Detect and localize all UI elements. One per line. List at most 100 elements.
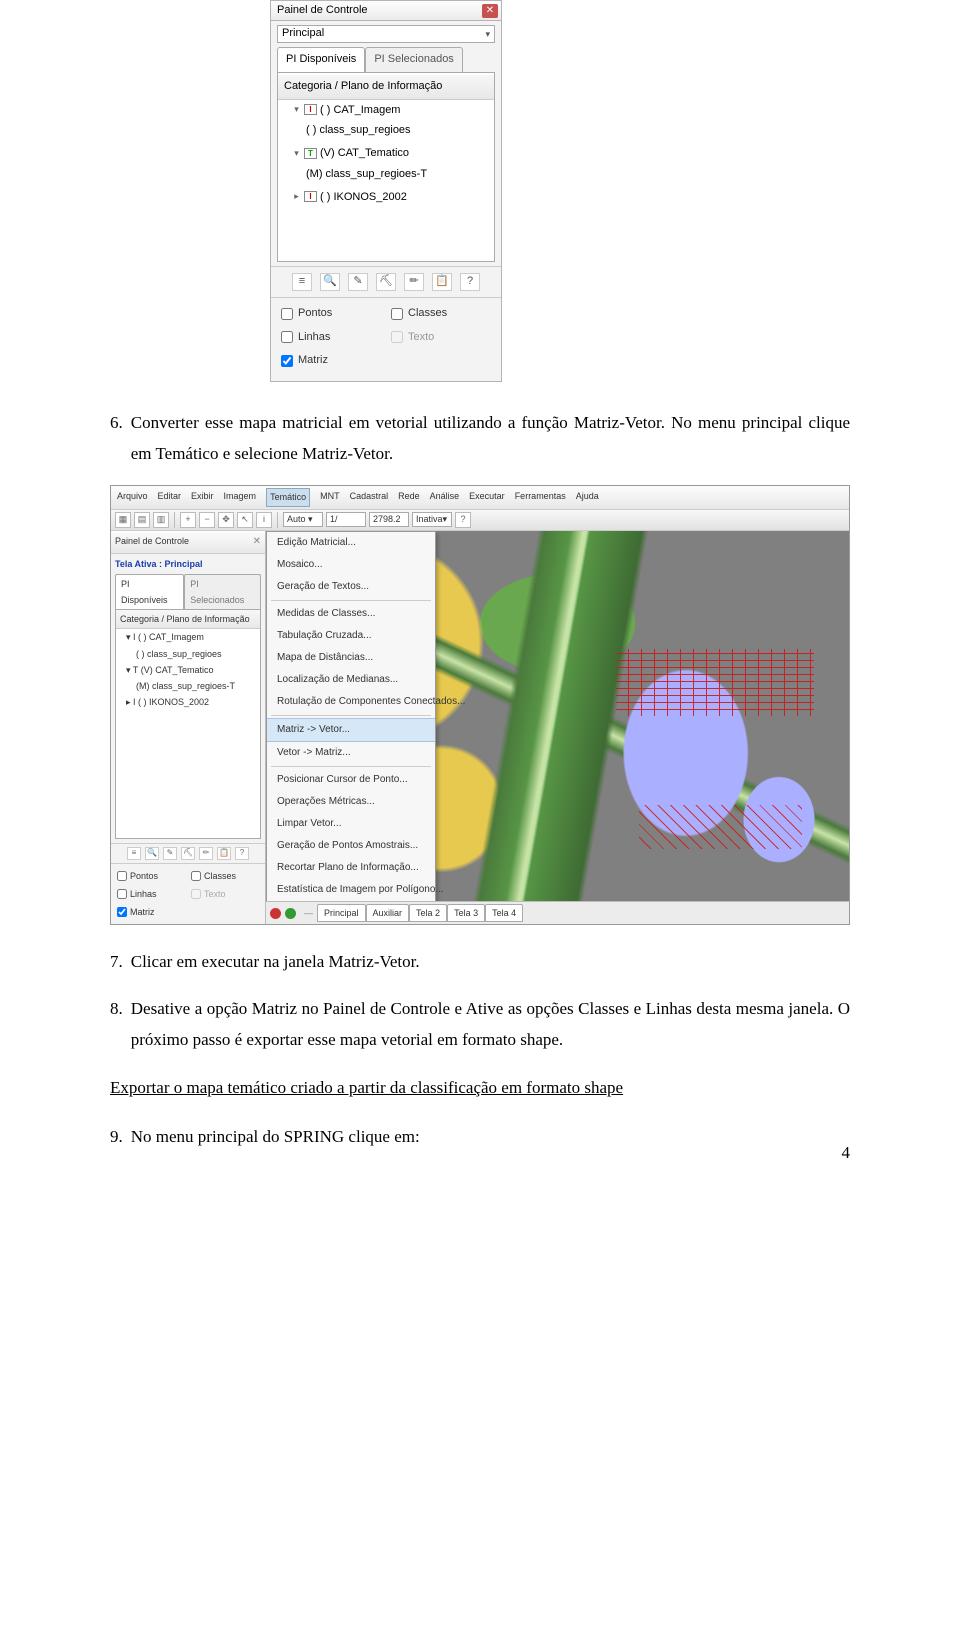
tab-pi-selecionados[interactable]: PI Selecionados <box>184 574 261 609</box>
menu-item[interactable]: Mosaico... <box>267 554 435 576</box>
display-options: Pontos Classes Linhas Texto Matriz <box>271 297 501 381</box>
inativa-combo[interactable]: Inativa ▾ <box>412 512 452 527</box>
tab-pi-disponiveis[interactable]: PI Disponíveis <box>115 574 184 609</box>
menu-item[interactable]: Rotulação de Componentes Conectados... <box>267 691 435 713</box>
tool-icon[interactable]: ▦ <box>115 512 131 528</box>
check-linhas[interactable]: Linhas <box>281 328 381 348</box>
check-pontos[interactable]: Pontos <box>281 304 381 324</box>
cursor-icon[interactable]: ↖ <box>237 512 253 528</box>
status-dot-icon <box>285 908 296 919</box>
tool-icon[interactable]: ⛏ <box>181 847 195 860</box>
tree-item[interactable]: (M) class_sup_regioes-T <box>126 678 260 694</box>
menu-arquivo[interactable]: Arquivo <box>117 488 148 506</box>
category-tree[interactable]: ▾I( ) CAT_Imagem ( ) class_sup_regioes ▾… <box>278 100 494 209</box>
map-canvas[interactable]: Edição Matricial...Mosaico...Geração de … <box>266 531 849 902</box>
menu-analise[interactable]: Análise <box>430 488 460 506</box>
menu-executar[interactable]: Executar <box>469 488 505 506</box>
scale-value[interactable]: 2798.2 <box>369 512 409 527</box>
menu-item[interactable]: Limpar Vetor... <box>267 813 435 835</box>
menu-mnt[interactable]: MNT <box>320 488 340 506</box>
zoom-icon[interactable]: 🔍 <box>320 273 340 291</box>
side-display-options: Pontos Classes Linhas Texto Matriz <box>111 863 265 925</box>
help-icon[interactable]: ? <box>460 273 480 291</box>
scale-prefix: 1/ <box>326 512 366 527</box>
spring-main-window: Arquivo Editar Exibir Imagem Temático MN… <box>110 485 850 925</box>
side-tree[interactable]: Categoria / Plano de Informação ▾ I ( ) … <box>115 609 261 839</box>
canvas-tab-auxiliar[interactable]: Auxiliar <box>366 904 410 922</box>
tree-item[interactable]: ▾ T (V) CAT_Tematico <box>126 662 260 678</box>
menu-item[interactable]: Mapa de Distâncias... <box>267 647 435 669</box>
zoom-out-icon[interactable]: − <box>199 512 215 528</box>
info-icon[interactable]: i <box>256 512 272 528</box>
tool-icon[interactable]: ▥ <box>153 512 169 528</box>
menu-item[interactable]: Matriz -> Vetor... <box>267 718 435 742</box>
pan-icon[interactable]: ✥ <box>218 512 234 528</box>
help-icon[interactable]: ? <box>455 512 471 528</box>
check-pontos[interactable]: Pontos <box>117 868 185 884</box>
menu-cadastral[interactable]: Cadastral <box>350 488 389 506</box>
menu-tematico[interactable]: Temático <box>266 488 310 506</box>
disclosure-icon[interactable]: ▾ <box>292 149 301 158</box>
disclosure-icon[interactable]: ▸ <box>292 192 301 201</box>
note-icon[interactable]: 📋 <box>217 847 231 860</box>
list-icon[interactable]: ≡ <box>127 847 141 860</box>
tree-item: (M) class_sup_regioes-T <box>306 164 494 186</box>
menu-ajuda[interactable]: Ajuda <box>576 488 599 506</box>
combo-value: Principal <box>282 24 324 44</box>
pencil-icon[interactable]: ✏ <box>404 273 424 291</box>
menu-item[interactable]: Operações Métricas... <box>267 791 435 813</box>
type-badge-i: I <box>304 104 317 115</box>
menu-item[interactable]: Posicionar Cursor de Ponto... <box>267 769 435 791</box>
window-titlebar[interactable]: Painel de Controle ✕ <box>271 1 501 21</box>
menu-item[interactable]: Localização de Medianas... <box>267 669 435 691</box>
tree-item[interactable]: ( ) class_sup_regioes <box>126 646 260 662</box>
menu-item[interactable]: Tabulação Cruzada... <box>267 625 435 647</box>
menu-imagem[interactable]: Imagem <box>224 488 257 506</box>
close-icon[interactable]: ✕ <box>482 4 498 18</box>
tematico-dropdown-menu[interactable]: Edição Matricial...Mosaico...Geração de … <box>266 531 436 902</box>
menu-ferramentas[interactable]: Ferramentas <box>515 488 566 506</box>
help-icon[interactable]: ? <box>235 847 249 860</box>
menu-item[interactable]: Estatística de Imagem por Polígono... <box>267 879 435 901</box>
tool-icon[interactable]: ▤ <box>134 512 150 528</box>
check-matriz[interactable]: Matriz <box>281 351 381 371</box>
tab-pi-disponiveis[interactable]: PI Disponíveis <box>277 47 365 72</box>
menu-bar[interactable]: Arquivo Editar Exibir Imagem Temático MN… <box>111 486 849 509</box>
tab-pi-selecionados[interactable]: PI Selecionados <box>365 47 463 72</box>
menu-item[interactable]: Geração de Pontos Amostrais... <box>267 835 435 857</box>
step-number: 9. <box>110 1122 123 1153</box>
menu-rede[interactable]: Rede <box>398 488 420 506</box>
menu-item[interactable]: Vetor -> Matriz... <box>267 742 435 764</box>
edit-icon[interactable]: ✎ <box>163 847 177 860</box>
tree-item[interactable]: ▸ I ( ) IKONOS_2002 <box>126 694 260 710</box>
canvas-tab-tela3[interactable]: Tela 3 <box>447 904 485 922</box>
pencil-icon[interactable]: ✏ <box>199 847 213 860</box>
map-feature <box>639 805 802 849</box>
tree-item[interactable]: ▾ I ( ) CAT_Imagem <box>126 629 260 645</box>
check-matriz[interactable]: Matriz <box>117 904 185 920</box>
check-classes[interactable]: Classes <box>391 304 491 324</box>
field-auto[interactable]: Auto ▾ <box>283 512 323 527</box>
step-number: 8. <box>110 994 123 1055</box>
menu-item[interactable]: Edição Matricial... <box>267 532 435 554</box>
menu-editar[interactable]: Editar <box>158 488 182 506</box>
check-classes[interactable]: Classes <box>191 868 259 884</box>
canvas-tab-principal[interactable]: Principal <box>317 904 366 922</box>
list-icon[interactable]: ≡ <box>292 273 312 291</box>
zoom-icon[interactable]: 🔍 <box>145 847 159 860</box>
edit-icon[interactable]: ✎ <box>348 273 368 291</box>
menu-exibir[interactable]: Exibir <box>191 488 214 506</box>
principal-combo[interactable]: Principal <box>277 25 495 43</box>
canvas-tab-tela4[interactable]: Tela 4 <box>485 904 523 922</box>
zoom-in-icon[interactable]: + <box>180 512 196 528</box>
close-icon[interactable]: ✕ <box>253 533 261 551</box>
menu-item[interactable]: Recortar Plano de Informação... <box>267 857 435 879</box>
note-icon[interactable]: 📋 <box>432 273 452 291</box>
tool-icon[interactable]: ⛏ <box>376 273 396 291</box>
canvas-tab-tela2[interactable]: Tela 2 <box>409 904 447 922</box>
check-linhas[interactable]: Linhas <box>117 886 185 902</box>
disclosure-icon[interactable]: ▾ <box>292 105 301 114</box>
type-badge-i: I <box>304 191 317 202</box>
menu-item[interactable]: Geração de Textos... <box>267 576 435 598</box>
menu-item[interactable]: Medidas de Classes... <box>267 603 435 625</box>
